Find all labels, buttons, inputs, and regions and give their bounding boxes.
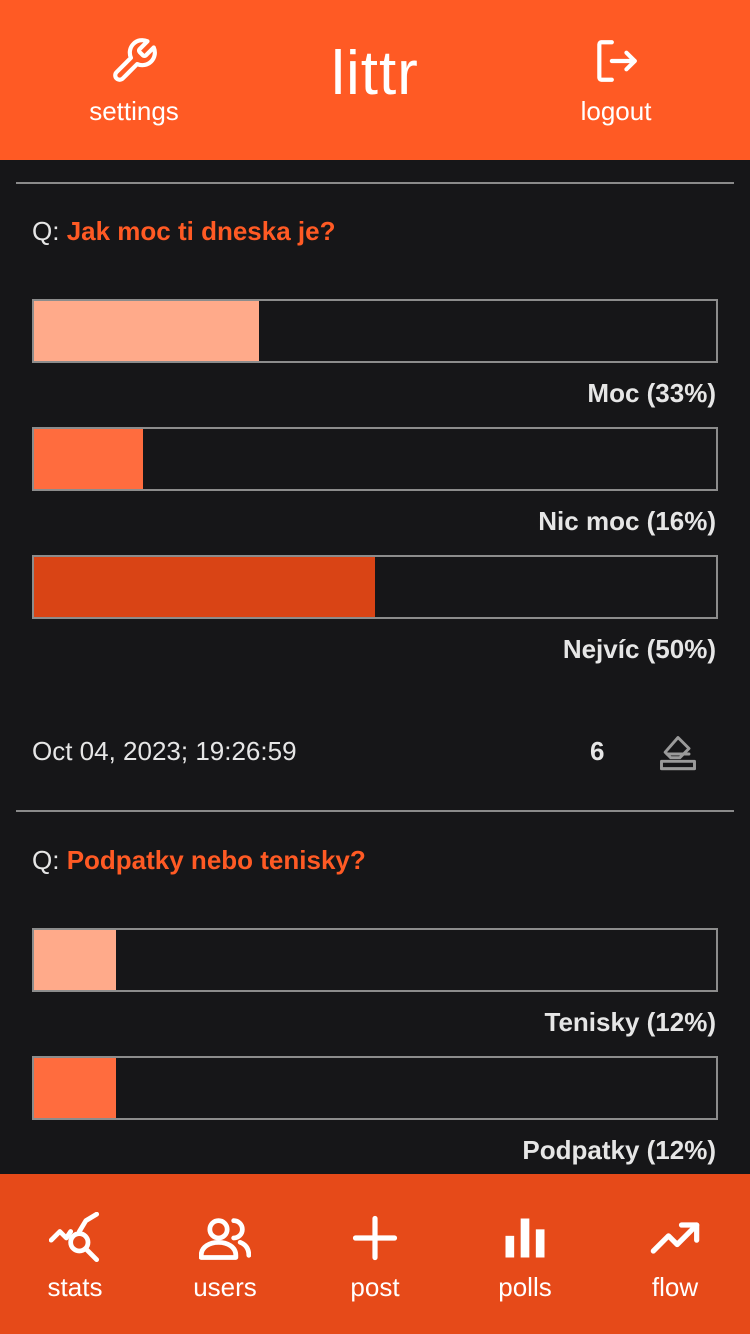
poll-option-bar[interactable] xyxy=(32,555,718,619)
nav-label: stats xyxy=(47,1272,103,1302)
question-text: Jak moc ti dneska je? xyxy=(66,216,336,246)
option-fill xyxy=(34,429,144,489)
top-header: settings littr logout xyxy=(0,0,750,160)
nav-item-stats[interactable]: stats xyxy=(0,1212,150,1322)
users-icon xyxy=(199,1218,251,1260)
bottom-navigation: stats users post polls flow xyxy=(0,1174,750,1334)
poll-question: Q: Podpatky nebo tenisky? xyxy=(32,845,366,876)
logout-icon xyxy=(597,40,637,82)
nav-item-flow[interactable]: flow xyxy=(600,1212,750,1322)
poll-option-bar[interactable] xyxy=(32,928,718,992)
app-title: littr xyxy=(331,39,419,108)
poll-option-bar[interactable] xyxy=(32,427,718,491)
poll-timestamp: Oct 04, 2023; 19:26:59 xyxy=(32,736,297,766)
poll-question: Q: Jak moc ti dneska je? xyxy=(32,216,335,247)
nav-label: polls xyxy=(498,1272,552,1302)
option-fill xyxy=(34,301,260,361)
poll-option-bar[interactable] xyxy=(32,1056,718,1120)
logout-button[interactable]: logout xyxy=(516,36,716,136)
settings-label: settings xyxy=(89,96,179,126)
option-label: Nejvíc (50%) xyxy=(562,634,716,664)
option-label: Tenisky (12%) xyxy=(544,1007,716,1037)
question-text: Podpatky nebo tenisky? xyxy=(66,845,366,875)
nav-item-post[interactable]: post xyxy=(300,1212,450,1322)
nav-item-users[interactable]: users xyxy=(150,1212,300,1322)
wrench-icon xyxy=(113,38,157,82)
poll-option-bar[interactable] xyxy=(32,299,718,363)
settings-button[interactable]: settings xyxy=(34,36,234,136)
option-fill xyxy=(34,557,375,617)
divider xyxy=(16,810,734,812)
stats-icon xyxy=(49,1212,100,1263)
option-label: Moc (33%) xyxy=(587,378,716,408)
plus-icon xyxy=(352,1215,398,1261)
option-label: Nic moc (16%) xyxy=(538,506,716,536)
logout-label: logout xyxy=(580,96,652,126)
nav-label: post xyxy=(350,1272,400,1302)
option-fill xyxy=(34,1058,116,1118)
vote-icon[interactable] xyxy=(656,732,700,776)
question-prefix: Q: xyxy=(32,216,60,246)
option-label: Podpatky (12%) xyxy=(522,1135,716,1165)
poll-feed[interactable]: Q: Jak moc ti dneska je? Moc (33%) Nic m… xyxy=(0,160,750,1174)
trending-icon xyxy=(650,1222,700,1254)
nav-label: users xyxy=(193,1272,257,1302)
divider xyxy=(16,182,734,184)
question-prefix: Q: xyxy=(32,845,60,875)
vote-count: 6 xyxy=(590,736,605,766)
option-fill xyxy=(34,930,116,990)
nav-item-polls[interactable]: polls xyxy=(450,1212,600,1322)
nav-label: flow xyxy=(651,1272,699,1302)
polls-icon xyxy=(505,1218,545,1258)
